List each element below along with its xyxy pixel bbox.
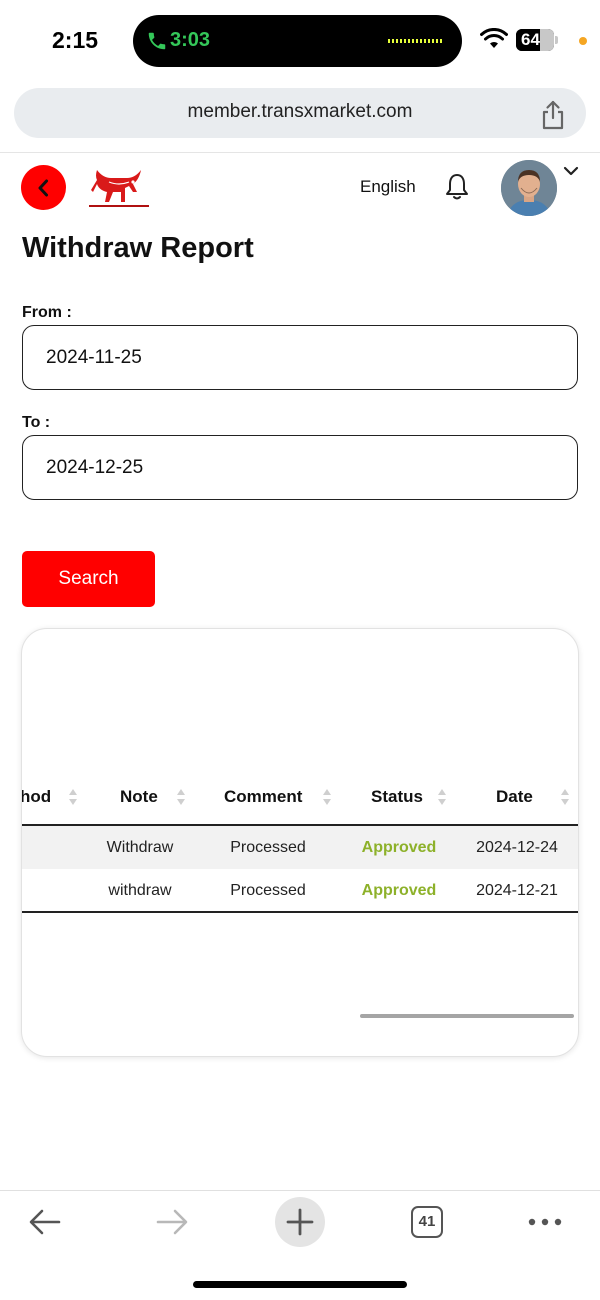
cell-date: 2024-12-24 bbox=[476, 839, 558, 856]
audio-wave-icon bbox=[388, 39, 444, 43]
battery-icon: 64 bbox=[516, 29, 554, 51]
user-photo bbox=[501, 160, 557, 216]
cell-status: Approved bbox=[361, 882, 437, 899]
column-header-comment[interactable]: Comment bbox=[224, 769, 302, 825]
toolbar-divider bbox=[0, 1190, 600, 1191]
cell-comment: Processed bbox=[230, 882, 306, 899]
page-title: Withdraw Report bbox=[22, 232, 254, 264]
share-icon[interactable] bbox=[540, 100, 566, 130]
address-bar[interactable]: member.transxmarket.com bbox=[14, 88, 586, 138]
phone-icon bbox=[148, 32, 166, 50]
battery-percent: 64 bbox=[521, 30, 540, 49]
from-date-input[interactable] bbox=[22, 325, 578, 390]
back-arrow-icon[interactable] bbox=[28, 1207, 62, 1237]
clock: 2:15 bbox=[52, 27, 99, 53]
sort-icon[interactable] bbox=[437, 788, 447, 806]
header-divider bbox=[0, 152, 600, 153]
sort-icon[interactable] bbox=[176, 788, 186, 806]
new-tab-button[interactable] bbox=[275, 1197, 325, 1247]
home-indicator[interactable] bbox=[193, 1281, 407, 1288]
column-header-note[interactable]: Note bbox=[120, 769, 158, 825]
cell-status: Approved bbox=[361, 839, 437, 856]
bull-logo[interactable] bbox=[89, 162, 149, 210]
column-header-status[interactable]: Status bbox=[371, 769, 423, 825]
wifi-icon bbox=[480, 28, 508, 48]
cell-note: Withdraw bbox=[106, 839, 174, 856]
status-bar: 2:15 3:03 64 bbox=[0, 0, 600, 84]
to-label: To : bbox=[22, 414, 51, 431]
sort-icon[interactable] bbox=[322, 788, 332, 806]
cell-method bbox=[22, 869, 82, 912]
tabs-button[interactable]: 41 bbox=[411, 1206, 443, 1238]
back-button[interactable] bbox=[21, 165, 66, 210]
table-row[interactable]: Withdraw Processed Approved 2024-12-24 bbox=[22, 826, 578, 869]
bell-icon[interactable] bbox=[444, 172, 470, 202]
sort-icon[interactable] bbox=[560, 788, 570, 806]
from-label: From : bbox=[22, 304, 72, 321]
battery-cap bbox=[555, 36, 558, 44]
privacy-indicator-dot bbox=[579, 37, 587, 45]
plus-icon bbox=[286, 1208, 314, 1236]
chevron-left-icon bbox=[38, 179, 48, 197]
report-table-card: hod Note Comment Status Date Withdraw Pr… bbox=[21, 628, 579, 1057]
avatar[interactable] bbox=[501, 160, 557, 216]
url-text[interactable]: member.transxmarket.com bbox=[14, 101, 586, 123]
cell-method bbox=[22, 826, 82, 869]
more-icon[interactable] bbox=[527, 1216, 563, 1228]
chevron-down-icon[interactable] bbox=[563, 165, 579, 177]
sort-icon[interactable] bbox=[68, 788, 78, 806]
column-header-date[interactable]: Date bbox=[496, 769, 533, 825]
cell-date: 2024-12-21 bbox=[476, 882, 558, 899]
table-bottom-divider bbox=[22, 911, 578, 913]
cell-note: withdraw bbox=[108, 882, 172, 899]
table-header-row: hod Note Comment Status Date bbox=[22, 769, 578, 825]
language-selector[interactable]: English bbox=[360, 177, 416, 197]
horizontal-scrollbar[interactable] bbox=[360, 1014, 574, 1018]
to-date-input[interactable] bbox=[22, 435, 578, 500]
forward-arrow-icon[interactable] bbox=[155, 1207, 189, 1237]
table-row[interactable]: withdraw Processed Approved 2024-12-21 bbox=[22, 869, 578, 912]
call-duration: 3:03 bbox=[170, 29, 211, 51]
column-header-method[interactable]: hod bbox=[22, 769, 51, 825]
search-button[interactable]: Search bbox=[22, 551, 155, 607]
cell-comment: Processed bbox=[230, 839, 306, 856]
